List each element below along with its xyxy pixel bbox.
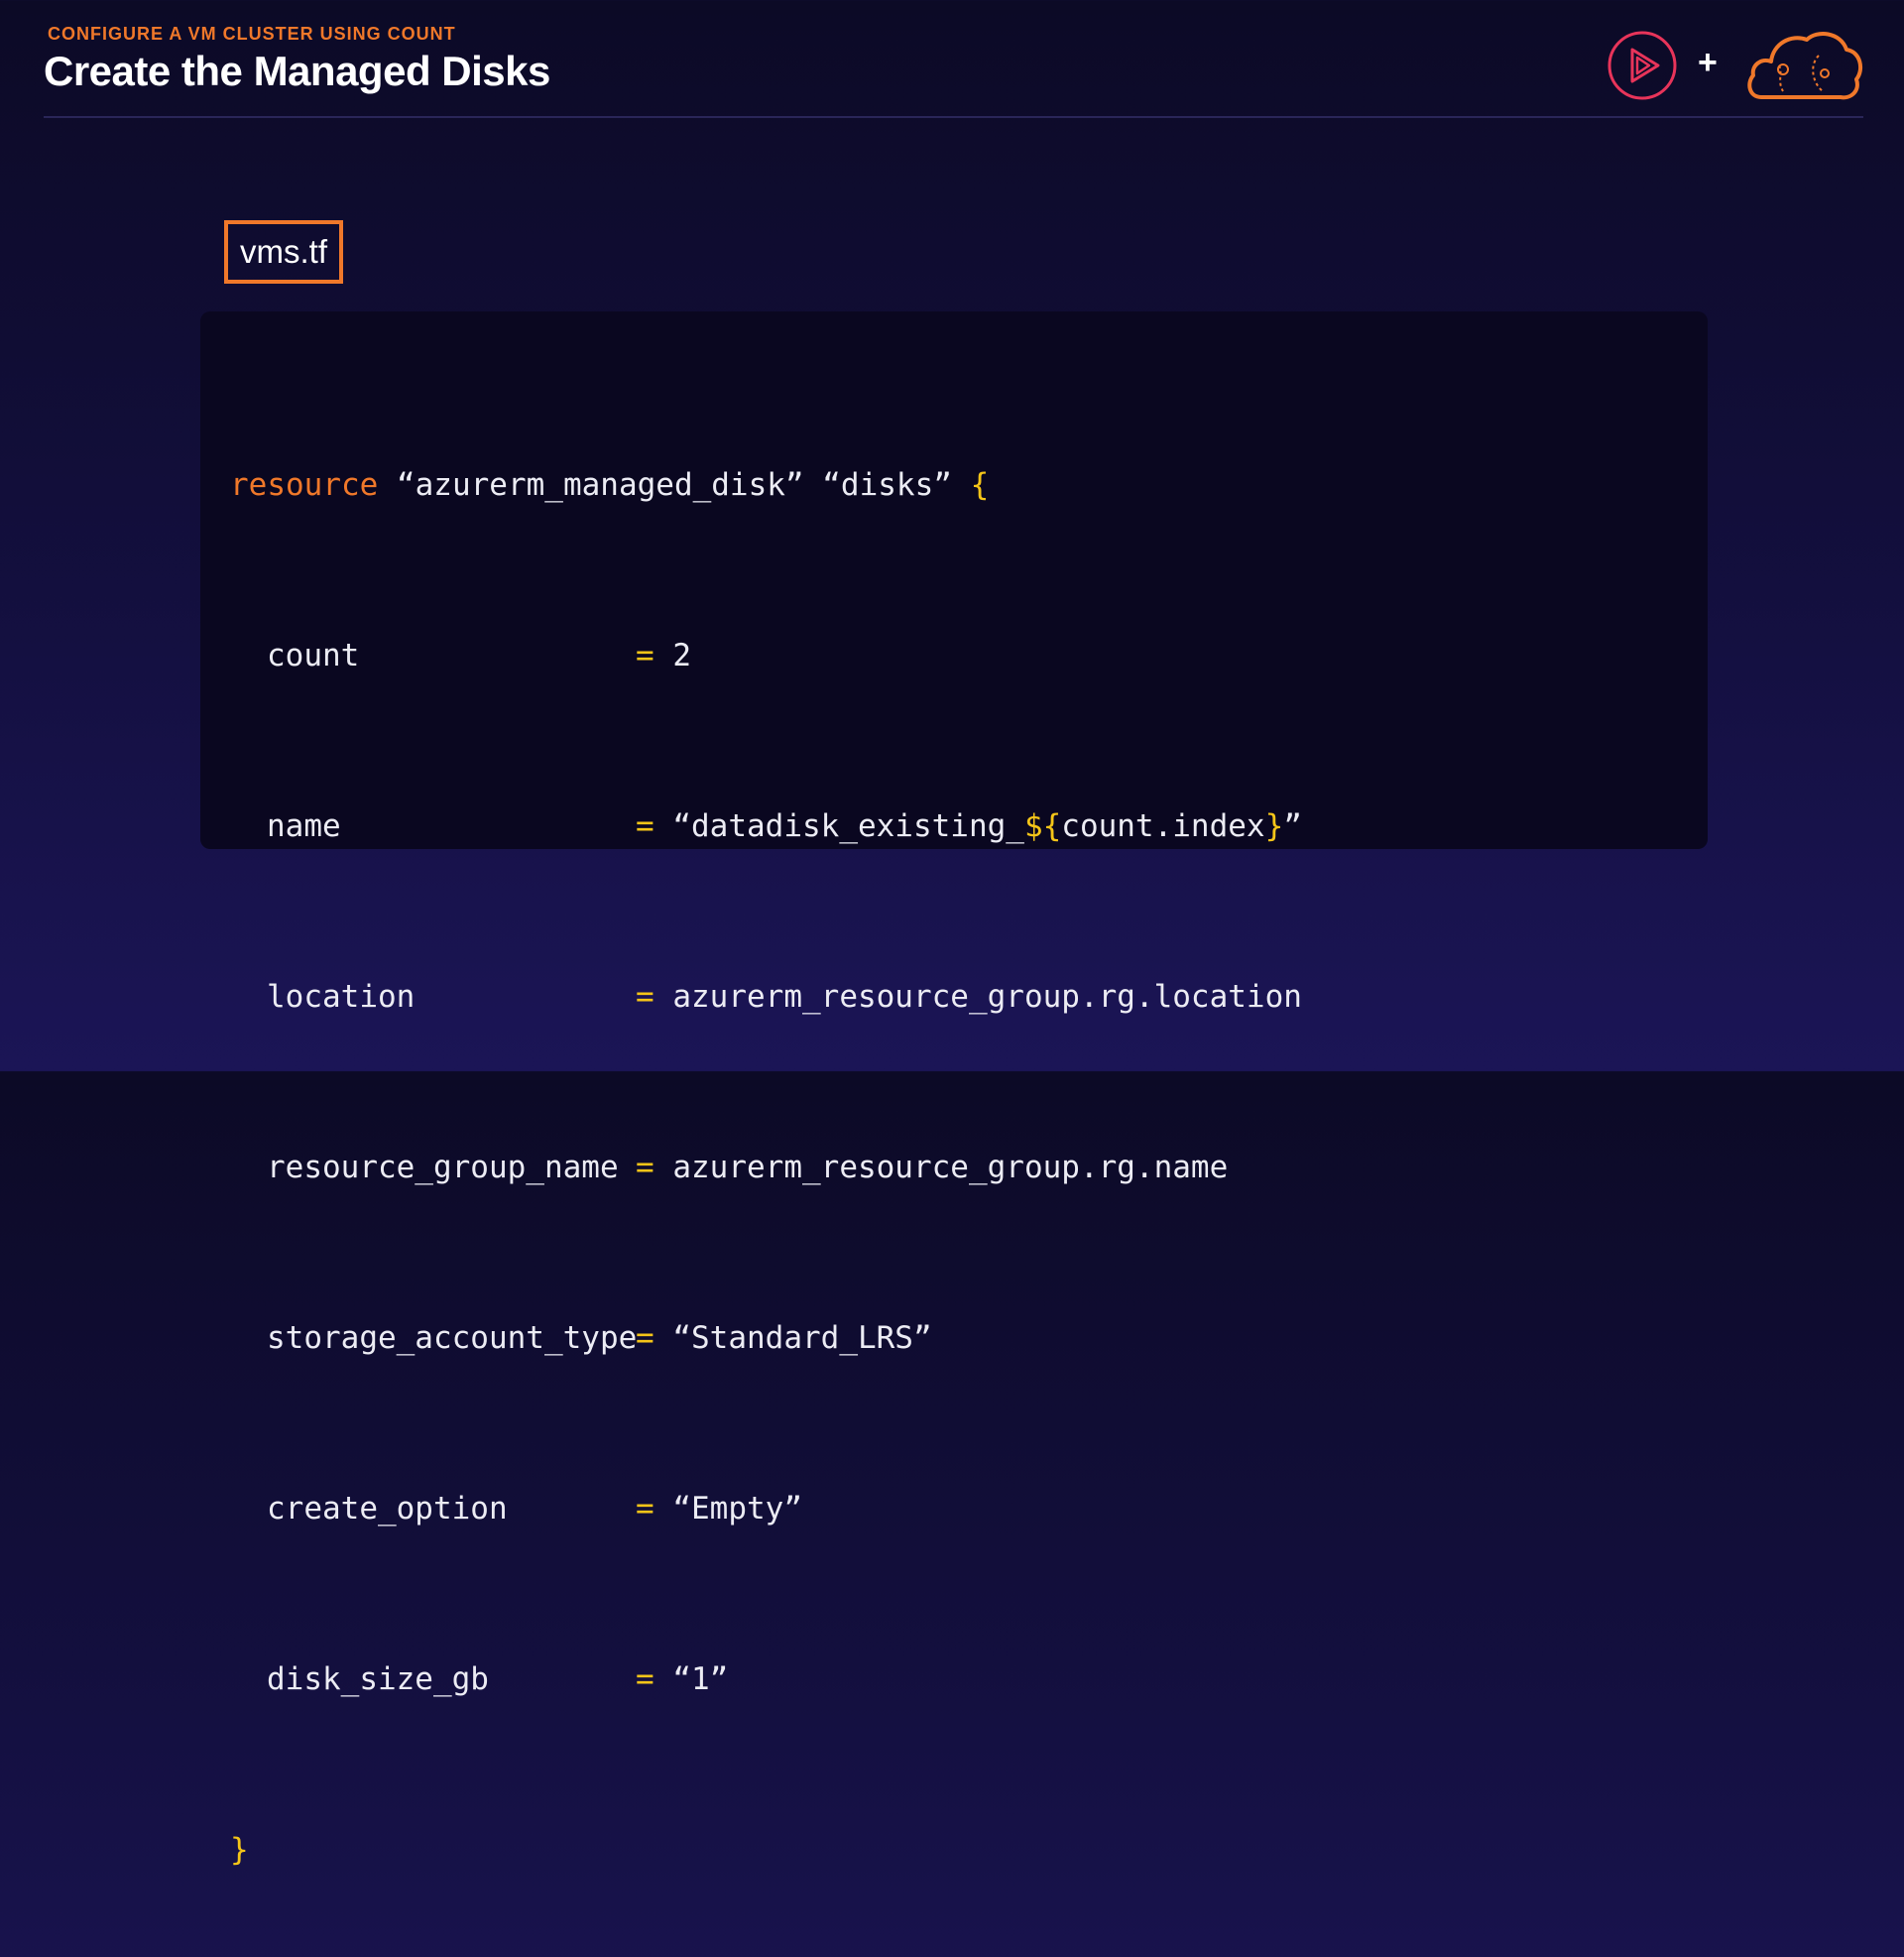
code-line-location: location = azurerm_resource_group.rg.loca… [230,976,1302,1019]
header-divider [44,116,1863,118]
code-resource-type: “azurerm_managed_disk” [396,467,804,503]
code-attr-key: count [267,638,360,673]
code-keyword: resource [230,467,379,503]
code-equals: = [636,1491,654,1527]
code-attr-value: azurerm_resource_group.rg.name [672,1150,1229,1185]
code-interp-close: } [1264,808,1284,844]
cloud-icon [1747,32,1863,100]
code-equals: = [636,638,654,673]
code-interp-expression: count.index [1061,808,1265,844]
slide: CONFIGURE A VM CLUSTER USING COUNT Creat… [0,0,1904,1868]
code-equals: = [636,1150,654,1185]
code-attr-value: “Empty” [672,1491,802,1527]
file-name-tab: vms.tf [224,220,343,284]
slide-title: Create the Managed Disks [44,48,550,94]
code-attr-value-prefix: “datadisk_existing_ [672,808,1024,844]
code-close-brace: } [230,1832,249,1868]
code-line-disk-size-gb: disk_size_gb = “1” [230,1658,1302,1701]
code-equals: = [636,1320,654,1356]
code-attr-key: location [267,979,416,1015]
code-line-storage-account-type: storage_account_type= “Standard_LRS” [230,1317,1302,1360]
code-attr-key: disk_size_gb [267,1661,489,1697]
code-attr-value: azurerm_resource_group.rg.location [672,979,1302,1015]
code-attr-value: “Standard_LRS” [672,1320,932,1356]
plus-sign: + [1698,44,1718,81]
code-equals: = [636,979,654,1015]
code-attr-key: storage_account_type [267,1320,638,1356]
logo-area: + [1606,26,1864,105]
code-equals: = [636,1661,654,1697]
slide-eyebrow: CONFIGURE A VM CLUSTER USING COUNT [48,24,456,44]
play-circle-icon [1607,31,1677,100]
code-block: resource “azurerm_managed_disk” “disks” … [230,379,1302,1957]
code-open-brace: { [970,467,990,503]
code-attr-key: resource_group_name [267,1150,619,1185]
code-attr-value: “1” [672,1661,729,1697]
code-line-count: count = 2 [230,635,1302,677]
code-attr-value: 2 [672,638,692,673]
code-line-create-option: create_option = “Empty” [230,1488,1302,1530]
code-line-resource-group-name: resource_group_name = azurerm_resource_gr… [230,1147,1302,1189]
code-line-close: } [230,1829,1302,1872]
code-attr-value-suffix: ” [1283,808,1302,844]
code-attr-key: name [267,808,341,844]
code-interp-open: ${ [1023,808,1062,844]
code-resource-name: “disks” [822,467,952,503]
code-line-resource: resource “azurerm_managed_disk” “disks” … [230,464,1302,507]
code-equals: = [636,808,654,844]
code-attr-key: create_option [267,1491,508,1527]
code-line-name: name = “datadisk_existing_${count.index}” [230,805,1302,848]
